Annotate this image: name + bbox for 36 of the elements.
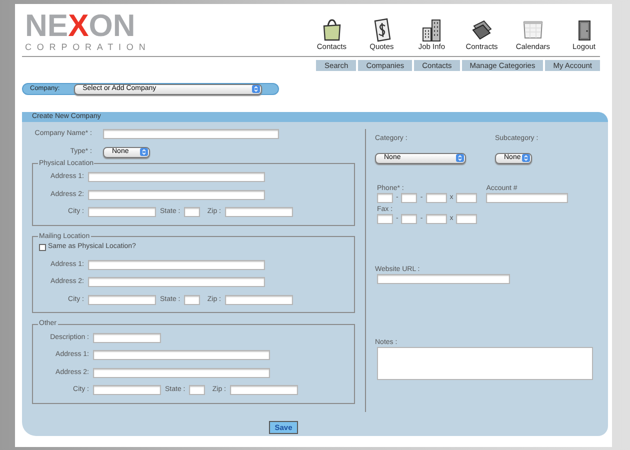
state-field[interactable] (189, 385, 205, 396)
city-field[interactable] (88, 207, 156, 218)
text-field[interactable] (93, 350, 270, 360)
dropdown-arrows-icon (522, 154, 530, 162)
zip-field[interactable] (225, 207, 293, 218)
logo-tagline: CORPORATION (25, 42, 151, 52)
fax-extension-field[interactable] (456, 214, 478, 224)
state-field[interactable] (184, 294, 200, 305)
logo-wordmark: NEXON (25, 12, 136, 40)
city-field[interactable] (93, 385, 161, 396)
text-field[interactable] (88, 277, 265, 288)
fax-line-field[interactable] (426, 214, 447, 224)
dropdown-arrows-icon (140, 148, 148, 156)
folders-icon (470, 18, 494, 42)
text-field[interactable] (88, 172, 265, 182)
phone-area-field[interactable] (377, 192, 393, 203)
checkbox[interactable] (39, 244, 46, 251)
state-field[interactable] (184, 207, 200, 218)
city-field[interactable] (88, 294, 156, 305)
website-field[interactable] (377, 274, 510, 284)
zip-field[interactable] (225, 294, 293, 305)
text-field[interactable] (93, 332, 161, 343)
account-field[interactable] (486, 192, 568, 202)
text-field[interactable] (93, 368, 270, 378)
zip-field[interactable] (230, 385, 298, 396)
text-field[interactable] (88, 260, 265, 270)
dropdown-arrows-icon (456, 154, 464, 162)
phone-line-field[interactable] (426, 192, 447, 203)
phone-extension-field[interactable] (456, 192, 478, 203)
company-name-field[interactable] (103, 129, 279, 140)
text-field[interactable] (88, 190, 265, 200)
phone-prefix-field[interactable] (401, 192, 418, 203)
fax-area-field[interactable] (377, 214, 393, 224)
notes-textarea[interactable] (377, 346, 593, 380)
dropdown-arrows-icon (252, 85, 260, 93)
fax-prefix-field[interactable] (401, 214, 418, 224)
